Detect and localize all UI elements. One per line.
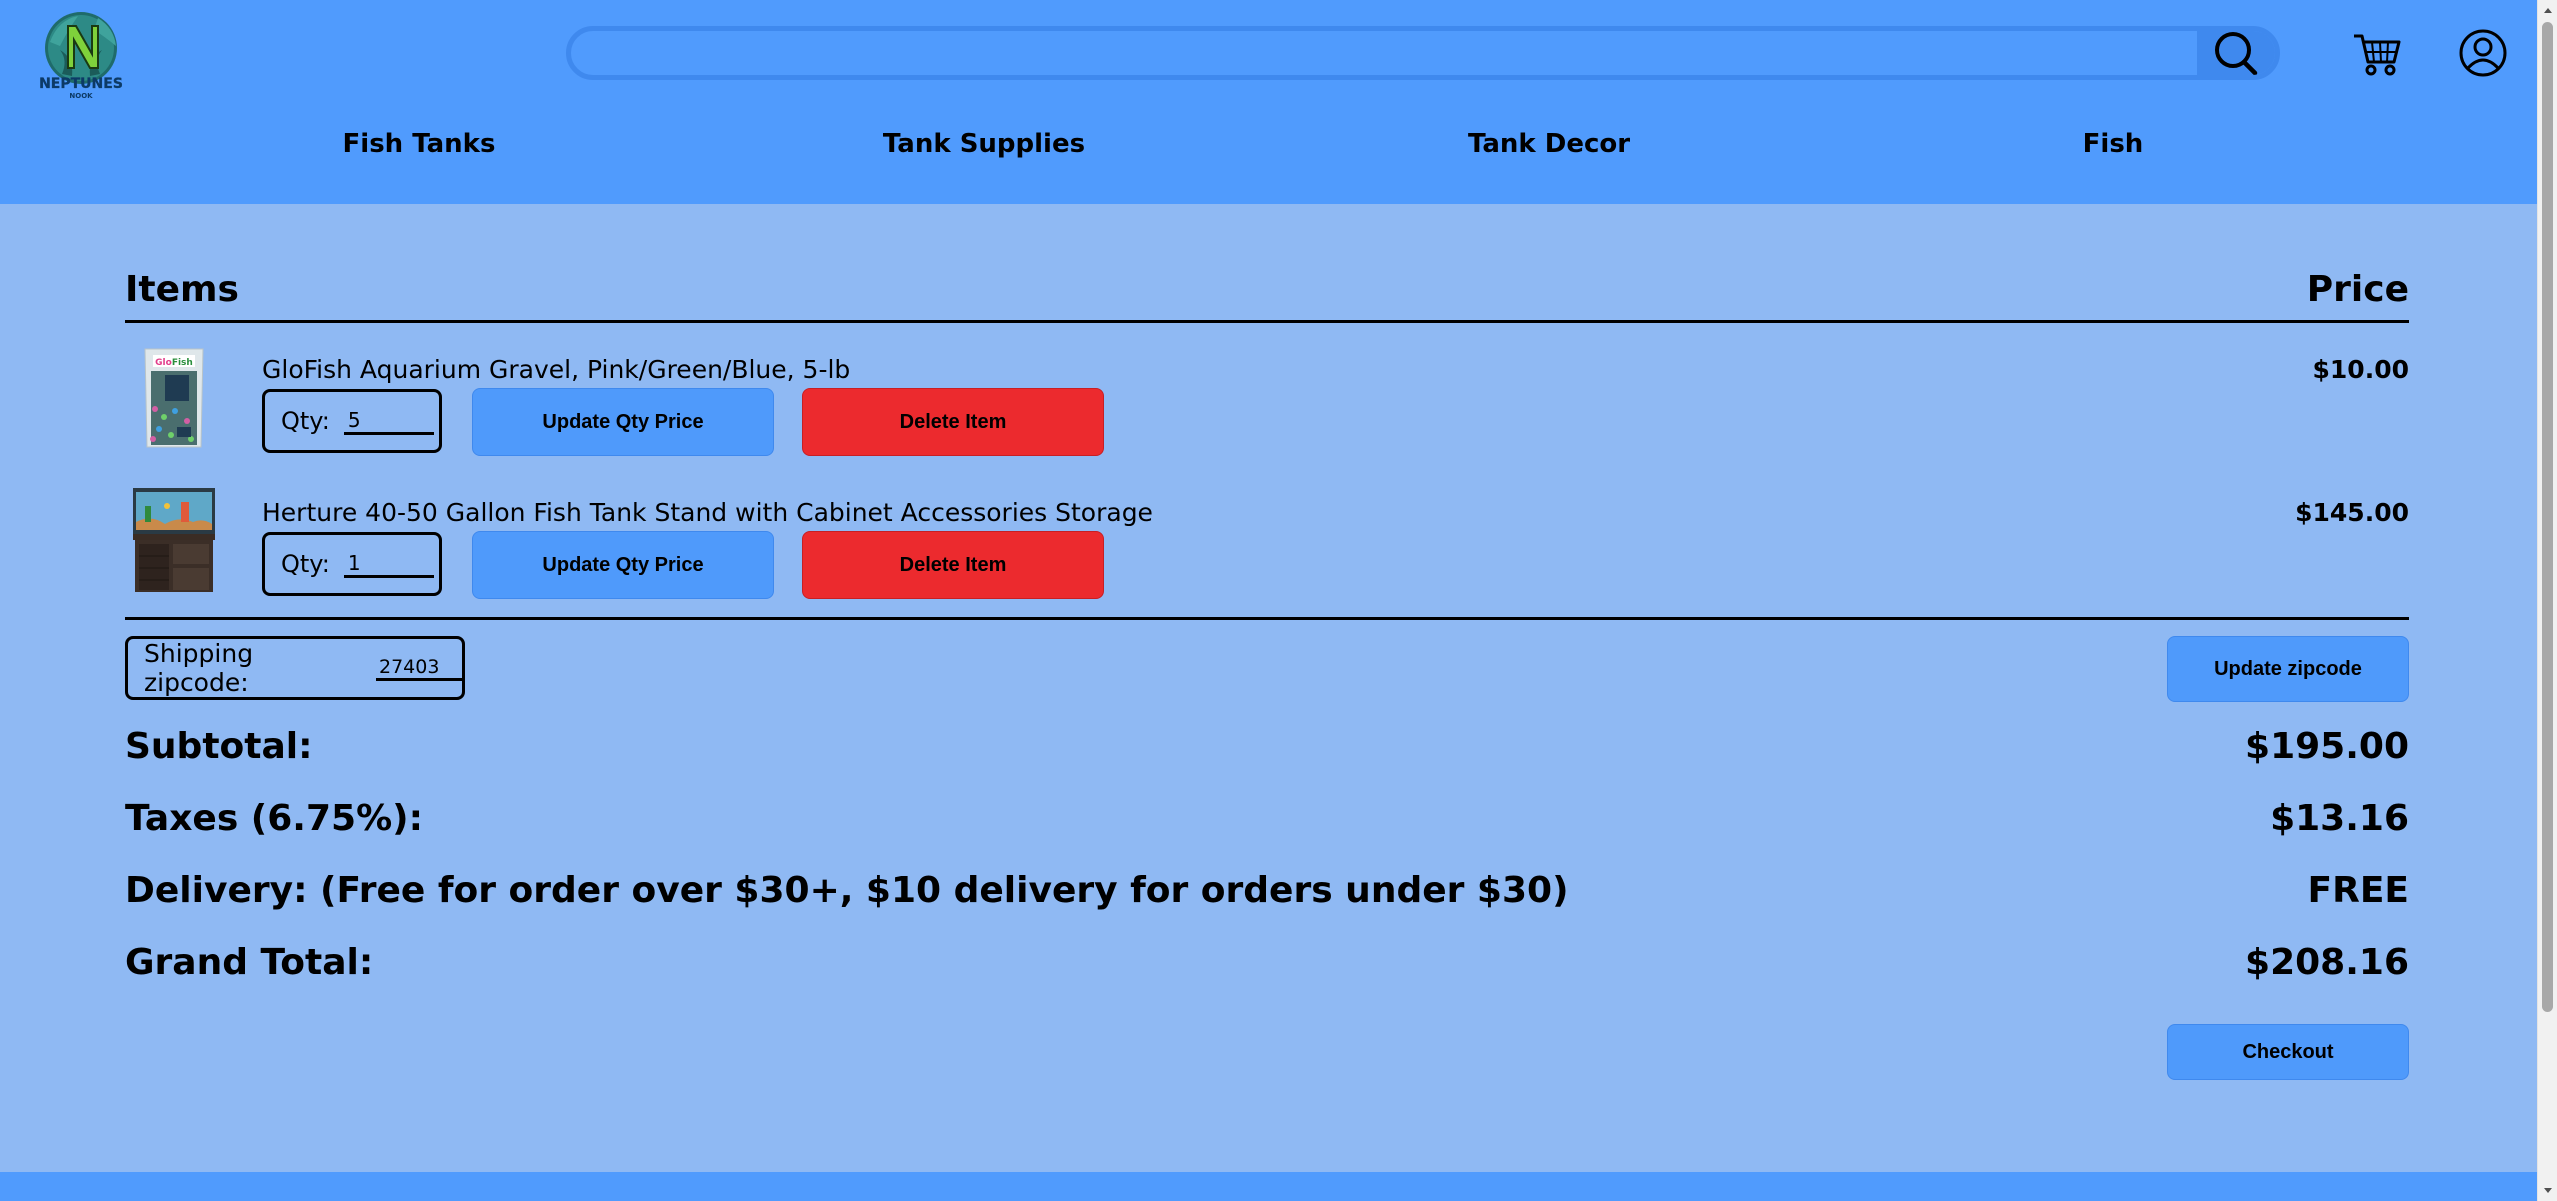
shipping-row: Shipping zipcode: Update zipcode (125, 636, 2409, 722)
zipcode-field: Shipping zipcode: (125, 636, 465, 700)
qty-field: Qty: (262, 532, 442, 596)
cart-item: GloFish GloFish Aquarium Gravel, Pink/Gr… (125, 323, 2409, 466)
search-input[interactable] (571, 31, 2203, 75)
logo[interactable]: NEPTUNES NOOK (38, 10, 124, 100)
arrow-up-icon (2544, 8, 2552, 13)
delete-item-button[interactable]: Delete Item (802, 531, 1104, 599)
scroll-up-arrow[interactable] (2538, 0, 2557, 20)
subtotal-row: Subtotal: $195.00 (125, 722, 2409, 794)
scroll-down-arrow[interactable] (2538, 1181, 2557, 1201)
checkout-row: Checkout (125, 1024, 2409, 1084)
site-header: NEPTUNES NOOK Fish Tanks Tank Supplies T… (0, 0, 2537, 204)
qty-label: Qty: (281, 550, 330, 578)
divider (125, 617, 2409, 620)
item-name[interactable]: Herture 40-50 Gallon Fish Tank Stand wit… (262, 498, 1153, 527)
cart-button[interactable] (2352, 28, 2402, 78)
subtotal-value: $195.00 (2245, 726, 2409, 767)
scrollbar-thumb[interactable] (2542, 22, 2553, 1012)
delivery-label: Delivery: (Free for order over $30+, $10… (125, 870, 1569, 911)
arrow-down-icon (2544, 1188, 2552, 1193)
zipcode-label: Shipping zipcode: (144, 639, 254, 697)
qty-input[interactable] (343, 550, 434, 578)
item-name[interactable]: GloFish Aquarium Gravel, Pink/Green/Blue… (262, 355, 850, 384)
cart-icon (2354, 34, 2401, 76)
account-button[interactable] (2458, 28, 2508, 78)
update-zipcode-button[interactable]: Update zipcode (2167, 636, 2409, 702)
logo-icon: NEPTUNES NOOK (39, 12, 123, 100)
delivery-value: FREE (2307, 870, 2410, 911)
qty-field: Qty: (262, 389, 442, 453)
price-heading: Price (2306, 269, 2409, 310)
logo-top-text: NEPTUNES (39, 76, 123, 92)
nav-item-tank-supplies[interactable]: Tank Supplies (784, 122, 1184, 166)
delivery-row: Delivery: (Free for order over $30+, $10… (125, 866, 2409, 938)
item-price: $145.00 (2295, 498, 2409, 527)
cart-header: Items Price (125, 265, 2409, 323)
qty-label: Qty: (281, 407, 330, 435)
nav-item-tank-decor[interactable]: Tank Decor (1349, 122, 1749, 166)
svg-text:GloFish: GloFish (155, 358, 193, 368)
cart-item: Herture 40-50 Gallon Fish Tank Stand wit… (125, 466, 2409, 609)
taxes-value: $13.16 (2270, 798, 2409, 839)
update-qty-price-button[interactable]: Update Qty Price (472, 388, 774, 456)
search-bar (566, 26, 2280, 80)
subtotal-label: Subtotal: (125, 726, 313, 767)
checkout-button[interactable]: Checkout (2167, 1024, 2409, 1080)
grand-total-label: Grand Total: (125, 942, 374, 983)
search-icon (2215, 32, 2258, 75)
item-price: $10.00 (2312, 355, 2409, 384)
items-heading: Items (125, 269, 239, 310)
grand-total-value: $208.16 (2245, 942, 2409, 983)
qty-input[interactable] (343, 407, 434, 435)
site-footer (0, 1172, 2537, 1201)
update-qty-price-button[interactable]: Update Qty Price (472, 531, 774, 599)
zipcode-input[interactable] (376, 655, 462, 681)
main-nav: Fish Tanks Tank Supplies Tank Decor Fish (0, 122, 2537, 166)
logo-bottom-text: NOOK (69, 92, 93, 100)
account-icon (2459, 29, 2507, 77)
product-image-tank-stand (131, 486, 217, 596)
delete-item-button[interactable]: Delete Item (802, 388, 1104, 456)
grand-total-row: Grand Total: $208.16 (125, 938, 2409, 1010)
product-image-gravel: GloFish (131, 343, 217, 453)
nav-item-fish-tanks[interactable]: Fish Tanks (219, 122, 619, 166)
cart-section: Items Price GloFish GloFish Aquarium Gra… (125, 265, 2409, 1084)
search-button[interactable] (2197, 31, 2275, 75)
nav-item-fish[interactable]: Fish (1913, 122, 2313, 166)
page-scrollbar[interactable] (2537, 0, 2557, 1201)
taxes-row: Taxes (6.75%): $13.16 (125, 794, 2409, 866)
taxes-label: Taxes (6.75%): (125, 798, 424, 839)
